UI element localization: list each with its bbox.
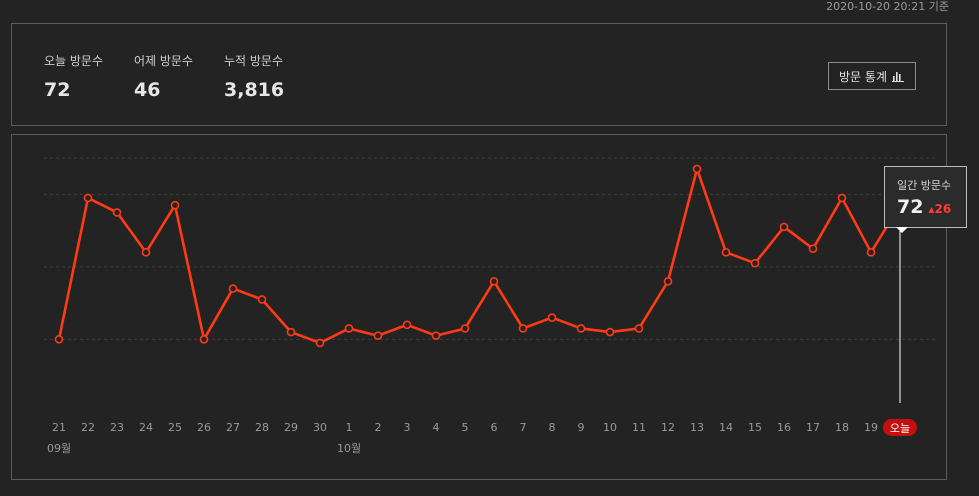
- daily-visits-chart: 21 22 23 24 25 26 27 28 29 30 1 2 3 4 5 6 7 8 9 10 11 12 13 14 1…: [44, 157, 935, 455]
- x-tick-label: 28: [255, 421, 269, 434]
- x-tick-label: 13: [690, 421, 704, 434]
- data-point: [721, 248, 731, 257]
- x-tick-label: 24: [139, 421, 153, 434]
- tooltip-label: 일간 방문수: [897, 179, 952, 192]
- x-tick-label: 11: [632, 421, 646, 434]
- data-point: [460, 324, 470, 333]
- data-point: [866, 248, 876, 257]
- data-point: [837, 193, 847, 203]
- data-point: [228, 284, 238, 293]
- tooltip-row: 72 ▴26: [897, 196, 966, 218]
- x-tick-label: 16: [777, 421, 791, 434]
- data-point: [518, 324, 528, 333]
- tooltip-delta-value: 26: [934, 202, 952, 216]
- data-point: [170, 200, 180, 210]
- data-point: [576, 324, 586, 333]
- data-point: [54, 335, 64, 344]
- data-point: [547, 313, 557, 322]
- x-tick-label: 21: [52, 421, 66, 434]
- x-tick-label: 22: [81, 421, 95, 434]
- x-tick-label: 9: [578, 421, 585, 434]
- x-tick-label: 2: [375, 421, 382, 434]
- x-tick-label: 29: [284, 421, 298, 434]
- data-point: [257, 295, 267, 304]
- data-point: [750, 258, 760, 268]
- x-tick-label: 7: [520, 421, 527, 434]
- tooltip-pointer: [896, 227, 908, 233]
- data-point: [112, 208, 122, 217]
- x-tick-label: 6: [491, 421, 498, 434]
- x-tick-label: 23: [110, 421, 124, 434]
- x-tick-label: 4: [433, 421, 440, 434]
- data-point: [286, 327, 296, 337]
- data-point: [605, 327, 615, 337]
- data-point: [373, 331, 383, 341]
- x-tick-label: 27: [226, 421, 240, 434]
- x-tick-label: 18: [835, 421, 849, 434]
- x-tick-label: 25: [168, 421, 182, 434]
- data-point: [199, 335, 209, 344]
- month-label: 09월: [47, 442, 71, 455]
- data-point: [779, 222, 789, 232]
- month-label: 10월: [337, 442, 361, 455]
- x-tick-label: 19: [864, 421, 878, 434]
- tooltip-delta: ▴26: [928, 202, 951, 216]
- x-tick-label: 30: [313, 421, 327, 434]
- data-point: [808, 244, 818, 253]
- x-tick-label: 10: [603, 421, 617, 434]
- data-point: [402, 320, 412, 330]
- x-tick-label: 26: [197, 421, 211, 434]
- data-point: [634, 324, 644, 333]
- x-tick-label: 3: [404, 421, 411, 434]
- data-point: [431, 331, 441, 341]
- data-point: [141, 248, 151, 257]
- tooltip-value: 72: [897, 196, 924, 218]
- data-point: [344, 324, 354, 333]
- x-tick-label: 5: [462, 421, 469, 434]
- data-point: [83, 193, 93, 203]
- daily-visits-tooltip: 일간 방문수 72 ▴26: [884, 166, 967, 228]
- data-point: [315, 338, 325, 348]
- x-tick-label-today: 오늘: [890, 422, 910, 435]
- data-point: [692, 164, 702, 174]
- data-point: [489, 277, 499, 286]
- x-tick-label: 1: [346, 421, 353, 434]
- x-tick-label: 17: [806, 421, 820, 434]
- series-line: [57, 167, 902, 345]
- x-tick-label: 15: [748, 421, 762, 434]
- x-tick-label: 14: [719, 421, 733, 434]
- x-tick-label: 8: [549, 421, 556, 434]
- data-point: [663, 277, 673, 286]
- x-tick-label: 12: [661, 421, 675, 434]
